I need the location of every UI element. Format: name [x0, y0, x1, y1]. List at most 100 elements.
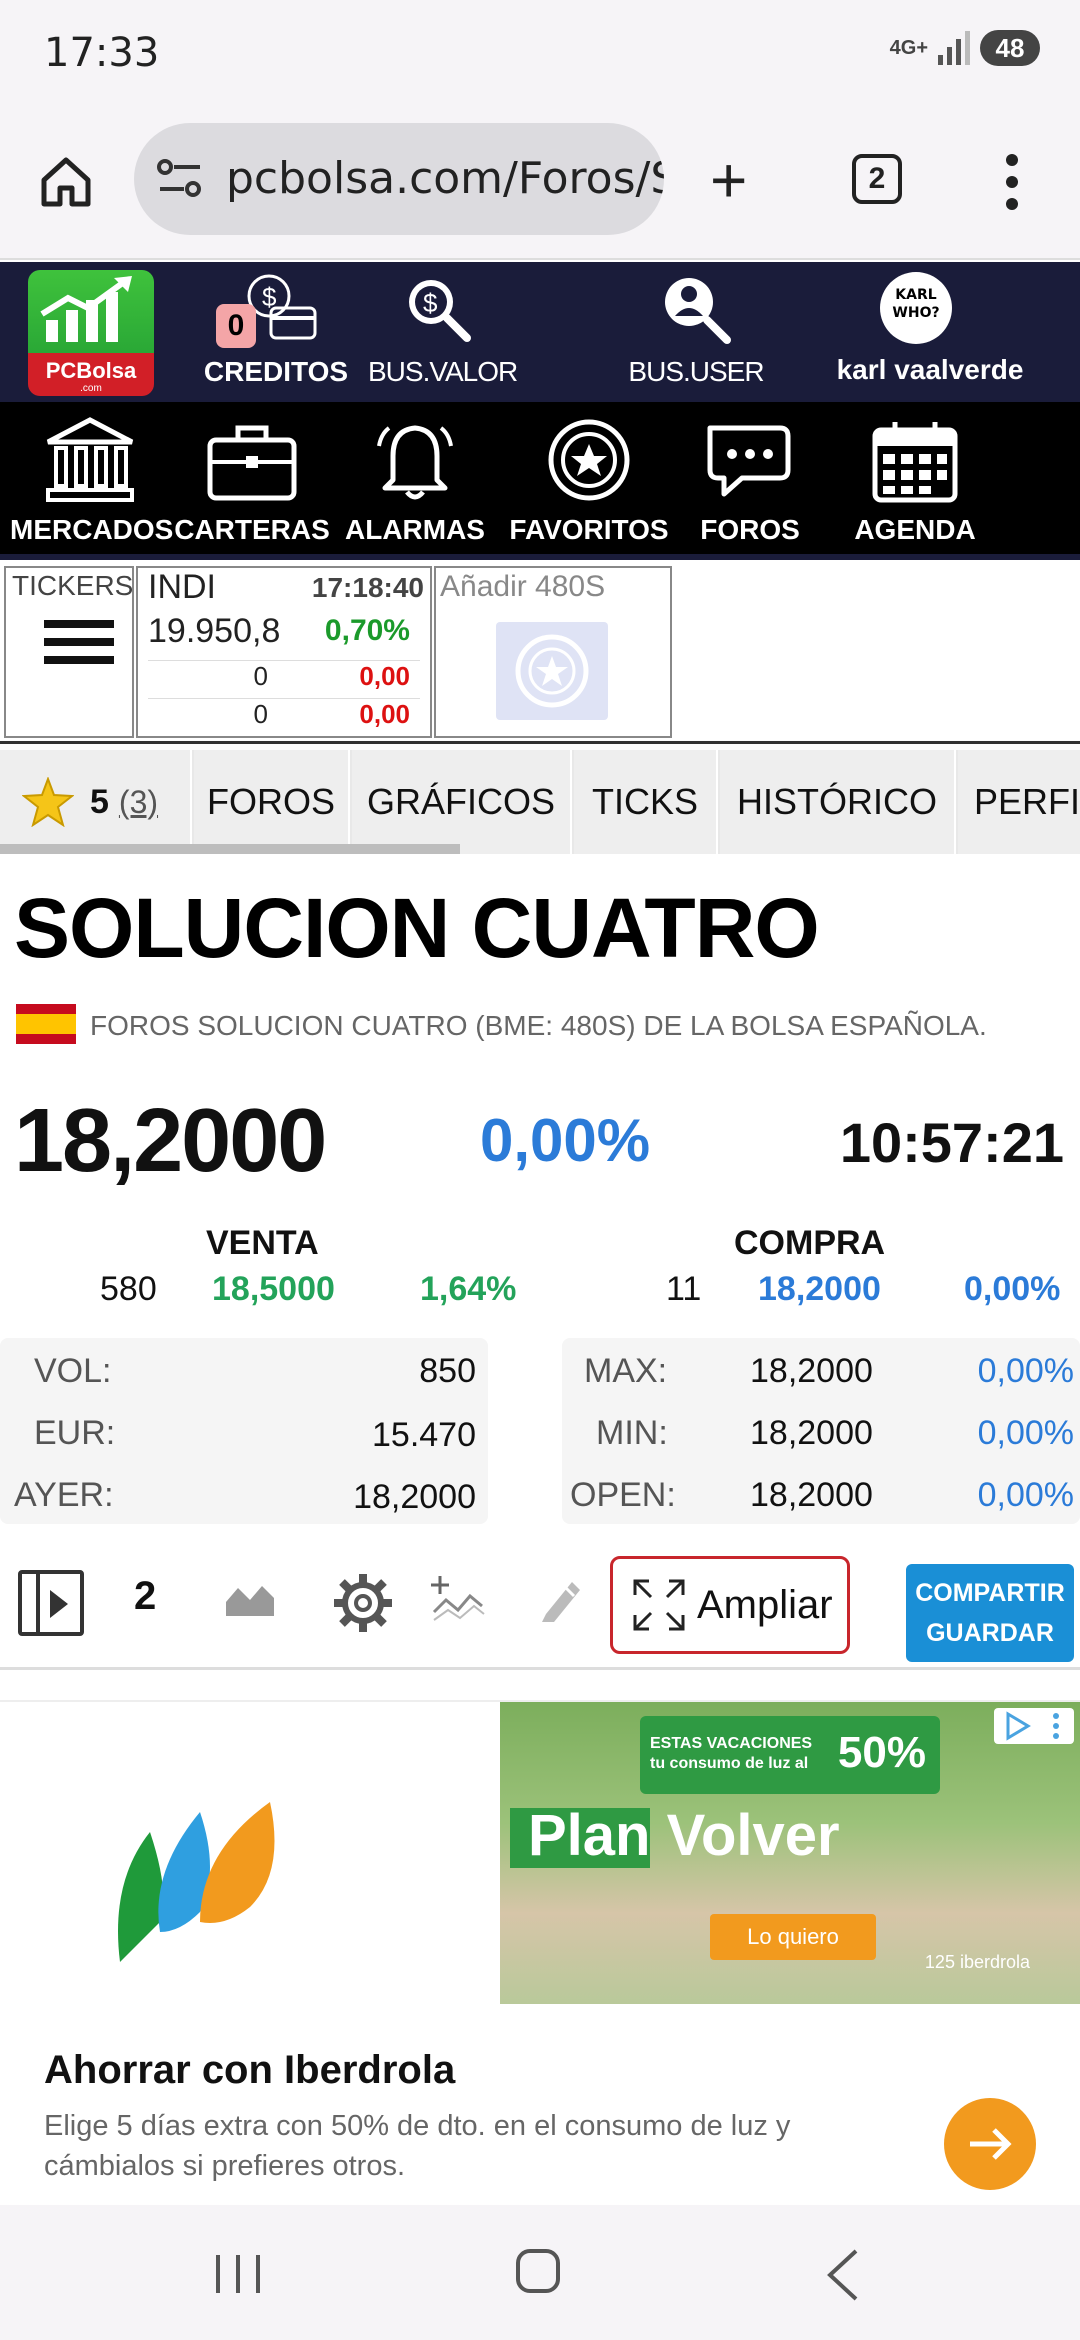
- venta-qty: 580: [100, 1270, 157, 1308]
- area-chart-icon[interactable]: [224, 1578, 276, 1618]
- page-title: SOLUCION CUATRO: [14, 881, 820, 975]
- ticker-strip: TICKERS INDI 17:18:40 19.950,8 0,70% 0 0…: [0, 564, 1080, 744]
- add-ticker[interactable]: Añadir 480S: [434, 566, 672, 738]
- bank-icon: [46, 417, 134, 502]
- max-pct: 0,00%: [977, 1352, 1074, 1390]
- chat-icon: [707, 425, 791, 497]
- hamburger-icon[interactable]: [44, 620, 114, 674]
- nav-favoritos[interactable]: FAVORITOS: [504, 416, 674, 546]
- expand-icon: [633, 1579, 685, 1631]
- open-pct: 0,00%: [977, 1476, 1074, 1514]
- ticker-row: 0 0,00: [148, 698, 420, 734]
- status-icons: 4G+ 48: [890, 30, 1040, 66]
- compra-qty: 11: [666, 1270, 702, 1308]
- new-tab-button[interactable]: +: [710, 148, 747, 212]
- min-value: 18,2000: [750, 1414, 873, 1452]
- venta-price: 18,5000: [212, 1270, 335, 1308]
- tab-historico[interactable]: HISTÓRICO: [720, 750, 956, 854]
- arrow-right-icon: [970, 2128, 1012, 2160]
- recent-apps-icon[interactable]: [216, 2255, 260, 2293]
- user-name[interactable]: karl vaalverde: [810, 354, 1050, 386]
- main-nav: MERCADOS CARTERAS ALARMAS FAVORITOS FORO…: [0, 402, 1080, 560]
- tabs-scroll-indicator: [0, 844, 460, 854]
- chart-up-icon: [40, 276, 132, 342]
- briefcase-icon: [207, 425, 297, 501]
- tab-foros[interactable]: FOROS: [194, 750, 350, 854]
- tab-graficos[interactable]: GRÁFICOS: [352, 750, 572, 854]
- add-favorite-button[interactable]: [496, 622, 608, 720]
- last-price: 18,2000: [14, 1091, 327, 1191]
- star-badge-icon: [548, 419, 630, 501]
- pcbolsa-logo[interactable]: PCBolsa .com: [28, 270, 154, 396]
- stats-volume-panel: VOL: 850 EUR: 15.470 AYER: 18,2000: [0, 1338, 488, 1524]
- compra-header: COMPRA: [734, 1224, 886, 1262]
- calendar-icon: [872, 422, 958, 503]
- bususer-button[interactable]: BUS.USER: [626, 272, 766, 388]
- bell-icon: [377, 425, 453, 500]
- status-bar: 17:33 4G+ 48: [0, 0, 1080, 110]
- nav-agenda[interactable]: AGENDA: [850, 416, 980, 546]
- busvalor-button[interactable]: $ BUS.VALOR: [368, 272, 518, 388]
- battery-icon: 48: [980, 30, 1040, 66]
- tab-rating[interactable]: 5 (3): [0, 750, 192, 854]
- site-header: PCBolsa .com $ CREDITOS 0 $ BUS.VALOR BU…: [0, 262, 1080, 402]
- expand-button[interactable]: Ampliar: [610, 1556, 850, 1654]
- system-navigation-bar: [0, 2205, 1080, 2340]
- max-value: 18,2000: [750, 1352, 873, 1390]
- compra-price: 18,2000: [758, 1270, 881, 1308]
- add-indicator-icon[interactable]: [430, 1574, 486, 1624]
- ad-image[interactable]: ESTAS VACACIONES tu consumo de luz al 50…: [500, 1702, 1080, 2004]
- tab-perfil[interactable]: PERFI: [958, 750, 1080, 854]
- site-settings-icon[interactable]: [156, 157, 204, 201]
- search-user-icon: [665, 278, 731, 344]
- nav-foros[interactable]: FOROS: [688, 416, 812, 546]
- adchoices-icon[interactable]: [994, 1708, 1074, 1744]
- status-time: 17:33: [44, 30, 160, 76]
- ayer-value: 18,2000: [353, 1478, 476, 1516]
- ad-arrow-button[interactable]: [944, 2098, 1036, 2190]
- chart-count[interactable]: 2: [134, 1574, 156, 1619]
- search-value-icon: $: [409, 280, 471, 342]
- tab-switcher-button[interactable]: 2: [852, 154, 902, 204]
- star-badge-icon: [515, 634, 589, 708]
- side-panel-icon[interactable]: [18, 1570, 84, 1636]
- eur-value: 15.470: [372, 1416, 476, 1454]
- spain-flag-icon: [16, 1004, 76, 1044]
- ad-title[interactable]: Ahorrar con Iberdrola: [44, 2048, 455, 2093]
- star-icon: [22, 777, 74, 827]
- nav-alarmas[interactable]: ALARMAS: [340, 416, 490, 546]
- ad-cta-button[interactable]: Lo quiero: [710, 1914, 876, 1960]
- creditos-badge: 0: [216, 304, 256, 348]
- pencil-icon[interactable]: [536, 1574, 586, 1624]
- chart-toolbar: 2 Ampliar COMPARTIR GUARDAR: [0, 1550, 1080, 1670]
- volume-value: 850: [419, 1352, 476, 1390]
- address-bar[interactable]: pcbolsa.com/Foros/S: [134, 123, 664, 235]
- avatar[interactable]: KARL WHO?: [880, 272, 952, 344]
- back-icon[interactable]: [826, 2249, 860, 2301]
- advertisement[interactable]: ESTAS VACACIONES tu consumo de luz al 50…: [0, 1700, 1080, 2205]
- home-button-icon[interactable]: [516, 2249, 560, 2293]
- venta-pct: 1,64%: [420, 1270, 517, 1308]
- ad-banner: ESTAS VACACIONES tu consumo de luz al 50…: [640, 1716, 940, 1794]
- signal-icon: [938, 31, 970, 65]
- browser-menu-icon[interactable]: [1000, 154, 1024, 214]
- url-text: pcbolsa.com/Foros/S: [226, 153, 664, 204]
- browser-toolbar: pcbolsa.com/Foros/S + 2: [0, 110, 1080, 260]
- index-ticker[interactable]: INDI 17:18:40 19.950,8 0,70% 0 0,00 0 0,…: [136, 566, 432, 738]
- tickers-menu[interactable]: TICKERS: [4, 566, 134, 738]
- home-icon[interactable]: [38, 154, 94, 210]
- nav-carteras[interactable]: CARTERAS: [172, 416, 332, 546]
- svg-text:$: $: [423, 288, 438, 318]
- gear-icon[interactable]: [330, 1570, 396, 1636]
- tab-ticks[interactable]: TICKS: [574, 750, 718, 854]
- min-pct: 0,00%: [977, 1414, 1074, 1452]
- price-change: 0,00%: [480, 1107, 651, 1174]
- open-value: 18,2000: [750, 1476, 873, 1514]
- venta-header: VENTA: [206, 1224, 319, 1262]
- compra-pct: 0,00%: [964, 1270, 1061, 1308]
- ad-description: Elige 5 días extra con 50% de dto. en el…: [44, 2110, 791, 2182]
- nav-mercados[interactable]: MERCADOS: [10, 416, 173, 546]
- ad-plan-text: Plan Volver: [528, 1803, 840, 1868]
- price-time: 10:57:21: [839, 1111, 1064, 1174]
- share-save-button[interactable]: COMPARTIR GUARDAR: [906, 1564, 1074, 1662]
